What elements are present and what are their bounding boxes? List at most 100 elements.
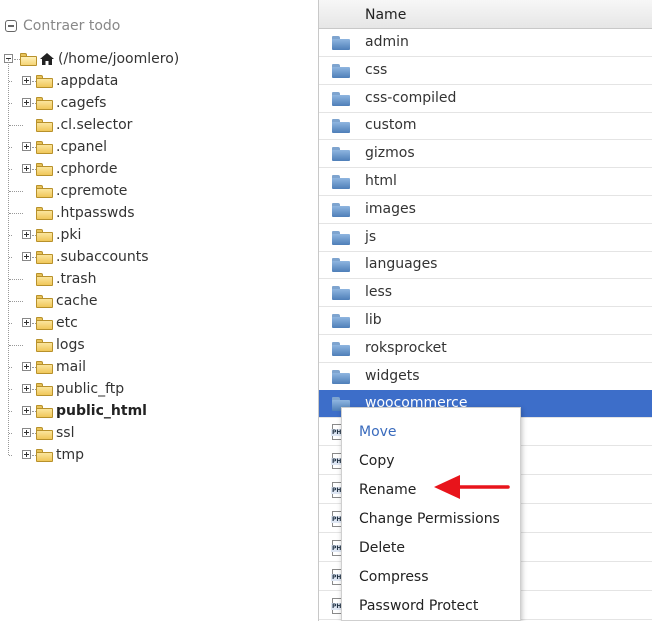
file-row-css-compiled[interactable]: css-compiled (319, 85, 652, 113)
tree-item-subaccounts[interactable]: .subaccounts (9, 246, 149, 268)
expand-toggle[interactable] (22, 76, 31, 85)
tree-item-label: public_html (56, 403, 147, 419)
tree-item-label: ssl (56, 425, 75, 441)
context-menu: Move Copy Rename Change Permissions Delete Co… (341, 407, 521, 621)
tree-connector (9, 455, 12, 456)
tree-root-label: (/home/joomlero) (58, 51, 180, 67)
file-name: html (365, 173, 397, 189)
folder-icon (36, 404, 53, 418)
tree-connector (9, 345, 23, 346)
file-row-gizmos[interactable]: gizmos (319, 140, 652, 169)
folder-icon (332, 175, 350, 189)
collapse-icon (5, 20, 17, 32)
file-name: lib (365, 312, 382, 328)
file-row-languages[interactable]: languages (319, 251, 652, 280)
red-arrow-icon (434, 475, 510, 499)
tree-item-label: .cphorde (56, 161, 118, 177)
file-row-widgets[interactable]: widgets (319, 363, 652, 391)
tree-connector (9, 191, 23, 192)
expand-toggle[interactable] (22, 428, 31, 437)
expand-toggle[interactable] (22, 450, 31, 459)
file-row-images[interactable]: images (319, 196, 652, 224)
expand-toggle[interactable] (22, 318, 31, 327)
tree-item-label: .cl.selector (56, 117, 133, 133)
expand-toggle[interactable] (22, 362, 31, 371)
tree-item-label: .pki (56, 227, 82, 243)
file-row-admin[interactable]: admin (319, 29, 652, 57)
expand-toggle[interactable] (22, 384, 31, 393)
tree-connector (9, 257, 12, 258)
expand-toggle[interactable] (22, 164, 31, 173)
file-row-roksprocket[interactable]: roksprocket (319, 335, 652, 363)
tree-connector (9, 433, 12, 434)
menu-item-compress[interactable]: Compress (342, 562, 520, 591)
file-row-html[interactable]: html (319, 168, 652, 196)
tree-item-htpasswds[interactable]: .htpasswds (9, 202, 135, 224)
tree-item-label: .appdata (56, 73, 119, 89)
folder-icon (332, 341, 350, 356)
tree-item-label: cache (56, 293, 98, 309)
menu-item-move[interactable]: Move (342, 417, 520, 446)
file-name: images (365, 200, 416, 217)
expand-toggle[interactable] (22, 98, 31, 107)
folder-icon (36, 96, 53, 110)
folder-icon (36, 338, 53, 352)
file-row-css[interactable]: css (319, 57, 652, 85)
file-row-lib[interactable]: lib (319, 307, 652, 335)
folder-icon (36, 294, 53, 308)
tree-item-trash[interactable]: .trash (9, 268, 96, 290)
tree-item-public-ftp[interactable]: public_ftp (9, 378, 125, 400)
collapse-all-label: Contraer todo (23, 18, 121, 34)
tree-item-public-html[interactable]: public_html (9, 400, 147, 422)
tree-item-cphorde[interactable]: .cphorde (9, 158, 118, 180)
tree-item-ssl[interactable]: ssl (9, 422, 75, 444)
folder-icon (36, 382, 53, 396)
folder-icon (36, 250, 53, 264)
menu-item-password-protect[interactable]: Password Protect (342, 591, 520, 620)
tree-item-pki[interactable]: .pki (9, 224, 82, 246)
expand-toggle[interactable] (22, 406, 31, 415)
file-row-js[interactable]: js (319, 224, 652, 252)
tree-item-logs[interactable]: logs (9, 334, 85, 356)
file-row-less[interactable]: less (319, 279, 652, 308)
tree-item-label: logs (56, 337, 85, 353)
tree-item-cagefs[interactable]: .cagefs (9, 92, 106, 114)
file-name: widgets (365, 367, 420, 384)
tree-item-label: tmp (56, 447, 85, 463)
folder-icon (332, 202, 350, 217)
file-name: gizmos (365, 145, 415, 162)
menu-item-change-permissions[interactable]: Change Permissions (342, 504, 520, 533)
tree-connector (9, 411, 12, 412)
folder-icon (332, 36, 350, 50)
file-row-custom[interactable]: custom (319, 112, 652, 141)
name-column-header[interactable]: Name (365, 7, 406, 23)
tree-item-appdata[interactable]: .appdata (9, 70, 119, 92)
tree-item-cpanel[interactable]: .cpanel (9, 136, 107, 158)
expand-toggle[interactable] (22, 230, 31, 239)
menu-item-copy[interactable]: Copy (342, 446, 520, 475)
tree-item-cpremote[interactable]: .cpremote (9, 180, 127, 202)
collapse-all-button[interactable]: Contraer todo (5, 16, 120, 36)
tree-item-cache[interactable]: cache (9, 290, 98, 312)
tree-connector (9, 213, 23, 214)
home-icon (40, 53, 54, 65)
menu-item-delete[interactable]: Delete (342, 533, 520, 562)
folder-icon (36, 140, 53, 154)
folder-open-icon (20, 52, 37, 66)
expand-toggle[interactable] (22, 142, 31, 151)
folder-icon (36, 184, 53, 198)
tree-item-label: public_ftp (56, 381, 125, 397)
tree-connector (9, 125, 23, 126)
tree-connector (9, 279, 23, 280)
tree-item-tmp[interactable]: tmp (9, 444, 85, 466)
expand-toggle[interactable] (22, 252, 31, 261)
tree-item-mail[interactable]: mail (9, 356, 86, 378)
tree-item-cl-selector[interactable]: .cl.selector (9, 114, 133, 136)
tree-item-etc[interactable]: etc (9, 312, 78, 334)
folder-icon (36, 74, 53, 88)
tree-connector (9, 323, 12, 324)
tree-connector (9, 367, 12, 368)
tree-root[interactable]: (/home/joomlero) (4, 48, 179, 70)
file-name: css-compiled (365, 89, 457, 106)
file-name: languages (365, 256, 438, 273)
